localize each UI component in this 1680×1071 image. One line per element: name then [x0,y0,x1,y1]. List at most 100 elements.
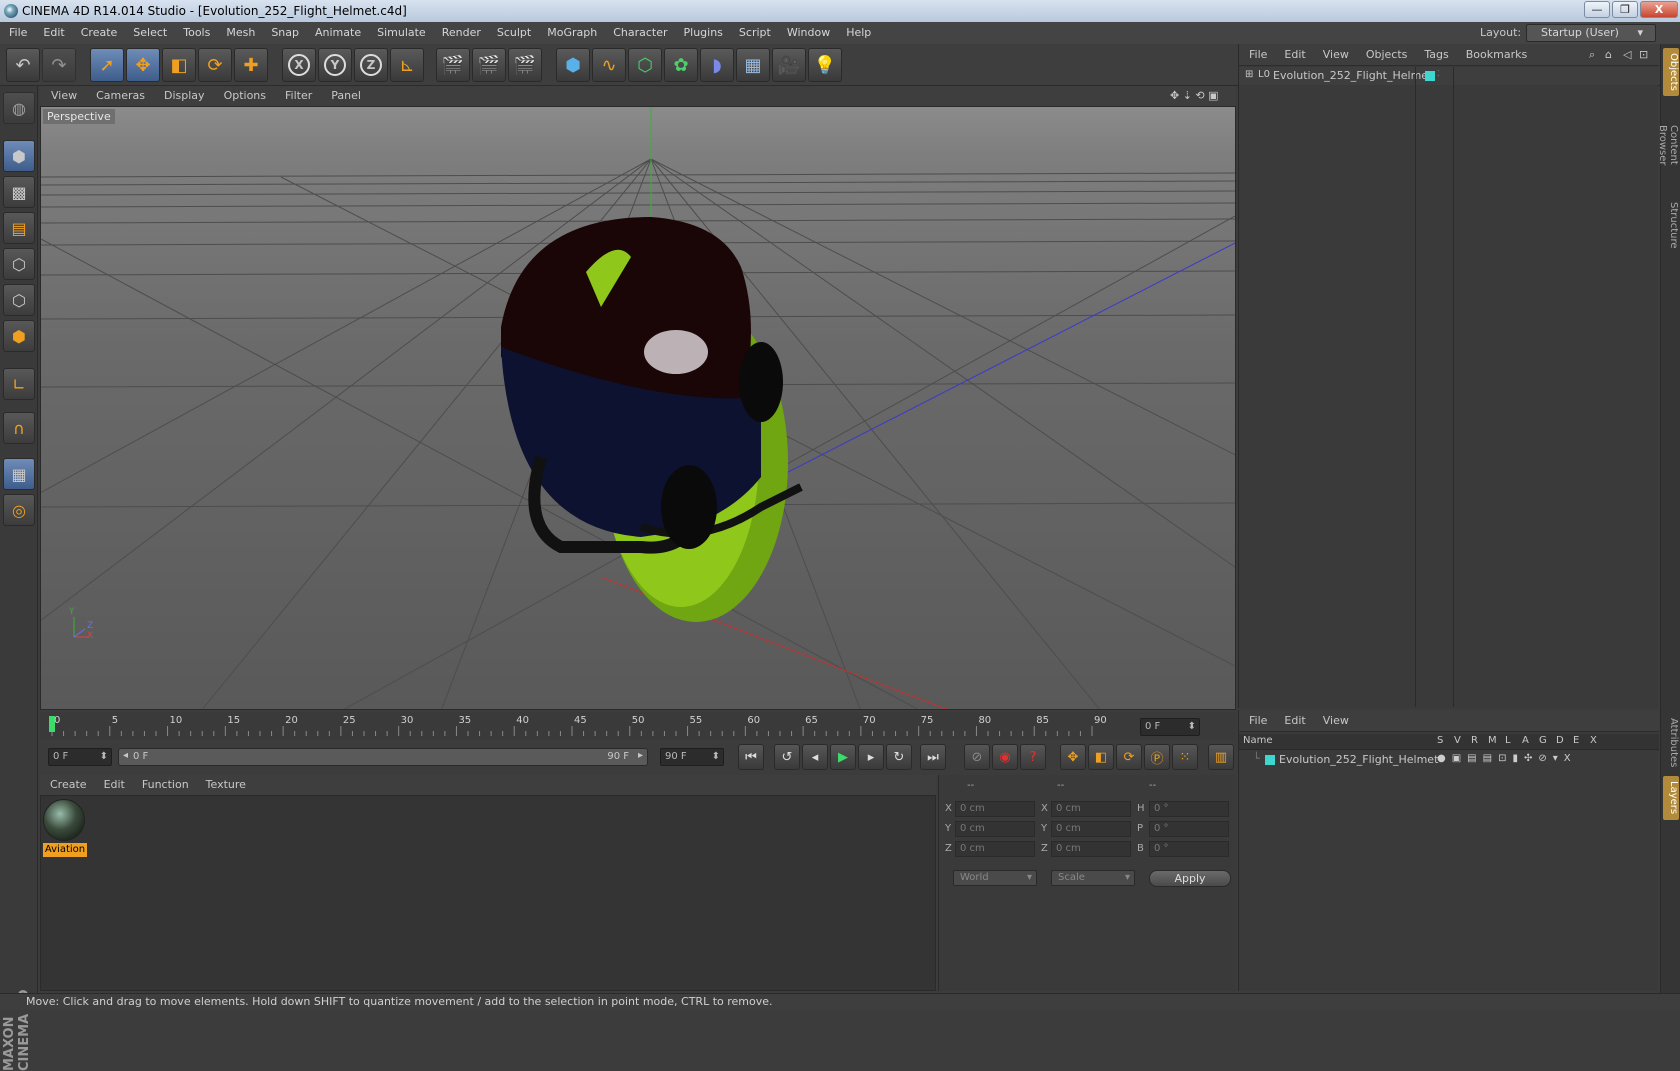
render-picture-viewer-button[interactable]: 🎬 [472,48,506,82]
tab-attributes[interactable]: Attributes [1663,714,1679,772]
menu-mesh[interactable]: Mesh [226,26,255,39]
menu-file[interactable]: File [9,26,27,39]
move-tool-button[interactable]: ✥ [126,48,160,82]
layer-color-swatch[interactable] [1265,755,1275,765]
spline-button[interactable]: ∿ [592,48,626,82]
polygons-mode-button[interactable]: ⬢ [3,320,35,352]
viewport-nav-icons[interactable]: ✥ ⇣ ⟲ ▣ [1170,86,1219,106]
coordinate-mode-dropdown[interactable]: World ▾ [953,870,1037,886]
new-window-icon[interactable]: ⊡ [1639,44,1648,66]
obj-menu-bookmarks[interactable]: Bookmarks [1466,48,1527,61]
menu-edit[interactable]: Edit [43,26,64,39]
menu-character[interactable]: Character [613,26,667,39]
frame-range-slider[interactable]: ◂ 0 F 90 F ▸ [118,748,648,766]
scale-tool-button[interactable]: ◧ [162,48,196,82]
layer-col-deformers[interactable]: D [1556,735,1564,746]
viewport-menu-options[interactable]: Options [224,89,266,102]
menu-plugins[interactable]: Plugins [684,26,723,39]
size-z-field[interactable]: 0 cm [1051,841,1131,857]
layer-col-solo[interactable]: S [1437,735,1443,746]
menu-snap[interactable]: Snap [271,26,299,39]
key-rotation-button[interactable]: ⟳ [1116,744,1142,770]
light-button[interactable]: 💡 [808,48,842,82]
layer-col-manager[interactable]: M [1488,735,1497,746]
perspective-viewport[interactable]: Perspective Y Z X [40,106,1236,710]
cube-object-button[interactable]: ⬢ [556,48,590,82]
material-menu-create[interactable]: Create [50,778,87,791]
layer-col-view[interactable]: V [1454,735,1461,746]
size-y-field[interactable]: 0 cm [1051,821,1131,837]
menu-tools[interactable]: Tools [183,26,210,39]
rotate-tool-button[interactable]: ⟳ [198,48,232,82]
menu-window[interactable]: Window [787,26,830,39]
tab-objects[interactable]: Objects [1663,48,1679,96]
timeline-ruler[interactable]: 0 5 10 15 20 25 30 35 40 45 50 55 60 65 70 75 80 85 90 0 F… [40,712,1236,740]
obj-menu-tags[interactable]: Tags [1424,48,1448,61]
floor-button[interactable]: ▦ [736,48,770,82]
pos-z-field[interactable]: 0 cm [955,841,1035,857]
obj-menu-file[interactable]: File [1249,48,1267,61]
menu-render[interactable]: Render [442,26,481,39]
obj-menu-objects[interactable]: Objects [1366,48,1408,61]
material-swatch[interactable]: Aviation [43,799,87,859]
start-frame-field[interactable]: 0 F ⬍ [48,748,112,766]
previous-frame-button[interactable]: ◂ [802,744,828,770]
layer-col-generators[interactable]: G [1539,735,1547,746]
layer-menu-edit[interactable]: Edit [1284,714,1305,727]
sculpt-button[interactable]: ◎ [3,494,35,526]
key-points-button[interactable]: ⁙ [1172,744,1198,770]
viewport-menu-view[interactable]: View [51,89,77,102]
menu-simulate[interactable]: Simulate [377,26,426,39]
viewport-menu-cameras[interactable]: Cameras [96,89,145,102]
menu-select[interactable]: Select [133,26,167,39]
back-icon[interactable]: ◁ [1623,44,1631,66]
render-view-button[interactable]: 🎬 [436,48,470,82]
close-button[interactable]: X [1640,1,1678,18]
menu-animate[interactable]: Animate [315,26,361,39]
snap-button[interactable]: ∩ [3,412,35,444]
minimize-button[interactable]: — [1584,1,1610,18]
maximize-button[interactable]: ❐ [1612,1,1638,18]
viewport-menu-display[interactable]: Display [164,89,205,102]
keyframe-help-button[interactable]: ? [1020,744,1046,770]
tab-content-browser[interactable]: Content Browser [1657,100,1679,190]
array-button[interactable]: ✿ [664,48,698,82]
pos-y-field[interactable]: 0 cm [955,821,1035,837]
redo-button[interactable]: ↷ [42,48,76,82]
x-axis-button[interactable]: X [282,48,316,82]
layer-menu-file[interactable]: File [1249,714,1267,727]
obj-menu-edit[interactable]: Edit [1284,48,1305,61]
layer-col-locked[interactable]: L [1505,735,1511,746]
next-key-button[interactable]: ↻ [886,744,912,770]
record-off-button[interactable]: ⊘ [964,744,990,770]
material-manager[interactable]: Aviation [40,795,936,991]
layer-menu-view[interactable]: View [1323,714,1349,727]
expand-icon[interactable]: ⊞ [1245,69,1253,80]
autokey-button[interactable]: ◉ [992,744,1018,770]
layout-dropdown[interactable]: Startup (User) ▾ [1526,24,1656,42]
previous-key-button[interactable]: ↺ [774,744,800,770]
apply-button[interactable]: Apply [1149,870,1231,887]
size-mode-dropdown[interactable]: Scale ▾ [1051,870,1135,886]
layer-col-render[interactable]: R [1471,735,1478,746]
y-axis-button[interactable]: Y [318,48,352,82]
layer-row[interactable]: └ Evolution_252_Flight_Helmet ●▣▤▤⊡▮✣⊘▾X [1239,752,1659,768]
rot-h-field[interactable]: 0 ° [1149,801,1229,817]
layer-col-animation[interactable]: A [1522,735,1529,746]
viewport-menu-filter[interactable]: Filter [285,89,312,102]
deformer-button[interactable]: ◗ [700,48,734,82]
recent-tool-button[interactable]: ✚ [234,48,268,82]
axis-mode-button[interactable]: ∟ [3,368,35,400]
model-mode-button[interactable]: ⬢ [3,140,35,172]
edges-mode-button[interactable]: ⬡ [3,284,35,316]
next-frame-button[interactable]: ▸ [858,744,884,770]
material-menu-edit[interactable]: Edit [104,778,125,791]
end-frame-field[interactable]: 90 F ⬍ [660,748,724,766]
play-button[interactable]: ▶ [830,744,856,770]
size-x-field[interactable]: 0 cm [1051,801,1131,817]
object-row[interactable]: ⊞ L0 Evolution_252_Flight_Helmet ⁚ [1239,67,1659,85]
timeline-window-button[interactable]: ▥ [1208,744,1234,770]
rot-p-field[interactable]: 0 ° [1149,821,1229,837]
layer-col-xref[interactable]: X [1590,735,1597,746]
z-axis-button[interactable]: Z [354,48,388,82]
